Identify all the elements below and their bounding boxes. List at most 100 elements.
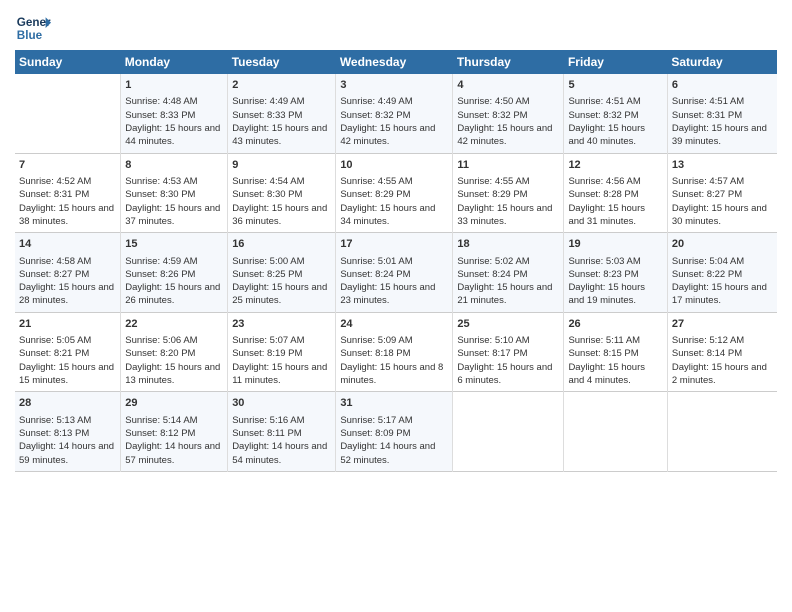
sunrise-text: Sunrise: 5:16 AM — [232, 414, 331, 427]
sunrise-text: Sunrise: 4:51 AM — [568, 95, 662, 108]
calendar-cell: 27Sunrise: 5:12 AMSunset: 8:14 PMDayligh… — [667, 312, 777, 392]
sunset-text: Sunset: 8:31 PM — [19, 188, 116, 201]
sunset-text: Sunset: 8:19 PM — [232, 347, 331, 360]
calendar-cell: 14Sunrise: 4:58 AMSunset: 8:27 PMDayligh… — [15, 233, 121, 313]
sunset-text: Sunset: 8:29 PM — [340, 188, 448, 201]
sunset-text: Sunset: 8:11 PM — [232, 427, 331, 440]
sunset-text: Sunset: 8:25 PM — [232, 268, 331, 281]
daylight-text: Daylight: 15 hours and 34 minutes. — [340, 202, 448, 229]
header: General Blue — [15, 10, 777, 46]
calendar-cell: 31Sunrise: 5:17 AMSunset: 8:09 PMDayligh… — [336, 392, 453, 472]
day-number: 1 — [125, 78, 223, 93]
calendar-cell: 13Sunrise: 4:57 AMSunset: 8:27 PMDayligh… — [667, 153, 777, 233]
calendar-cell: 5Sunrise: 4:51 AMSunset: 8:32 PMDaylight… — [564, 74, 667, 153]
sunrise-text: Sunrise: 4:52 AM — [19, 175, 116, 188]
sunset-text: Sunset: 8:13 PM — [19, 427, 116, 440]
sunrise-text: Sunrise: 4:48 AM — [125, 95, 223, 108]
calendar-cell: 19Sunrise: 5:03 AMSunset: 8:23 PMDayligh… — [564, 233, 667, 313]
daylight-text: Daylight: 15 hours and 28 minutes. — [19, 281, 116, 308]
sunrise-text: Sunrise: 5:10 AM — [457, 334, 559, 347]
sunset-text: Sunset: 8:26 PM — [125, 268, 223, 281]
day-number: 17 — [340, 237, 448, 252]
daylight-text: Daylight: 15 hours and 39 minutes. — [672, 122, 773, 149]
calendar-cell: 20Sunrise: 5:04 AMSunset: 8:22 PMDayligh… — [667, 233, 777, 313]
week-row-3: 14Sunrise: 4:58 AMSunset: 8:27 PMDayligh… — [15, 233, 777, 313]
day-number: 28 — [19, 396, 116, 411]
calendar-cell: 3Sunrise: 4:49 AMSunset: 8:32 PMDaylight… — [336, 74, 453, 153]
column-header-thursday: Thursday — [453, 50, 564, 74]
daylight-text: Daylight: 15 hours and 33 minutes. — [457, 202, 559, 229]
daylight-text: Daylight: 15 hours and 19 minutes. — [568, 281, 662, 308]
calendar-cell: 7 Sunrise: 4:52 AMSunset: 8:31 PMDaylight… — [15, 153, 121, 233]
sunset-text: Sunset: 8:33 PM — [232, 109, 331, 122]
sunrise-text: Sunrise: 5:02 AM — [457, 255, 559, 268]
sunset-text: Sunset: 8:27 PM — [672, 188, 773, 201]
calendar-cell: 10Sunrise: 4:55 AMSunset: 8:29 PMDayligh… — [336, 153, 453, 233]
daylight-text: Daylight: 15 hours and 11 minutes. — [232, 361, 331, 388]
day-number: 24 — [340, 317, 448, 332]
sunrise-text: Sunrise: 4:51 AM — [672, 95, 773, 108]
daylight-text: Daylight: 15 hours and 36 minutes. — [232, 202, 331, 229]
sunrise-text: Sunrise: 5:03 AM — [568, 255, 662, 268]
calendar-cell: 29Sunrise: 5:14 AMSunset: 8:12 PMDayligh… — [121, 392, 228, 472]
sunrise-text: Sunrise: 4:49 AM — [340, 95, 448, 108]
day-number: 4 — [457, 78, 559, 93]
svg-text:Blue: Blue — [17, 29, 43, 42]
day-number: 30 — [232, 396, 331, 411]
day-number: 13 — [672, 158, 773, 173]
daylight-text: Daylight: 15 hours and 4 minutes. — [568, 361, 662, 388]
sunset-text: Sunset: 8:30 PM — [125, 188, 223, 201]
daylight-text: Daylight: 15 hours and 43 minutes. — [232, 122, 331, 149]
day-number: 19 — [568, 237, 662, 252]
daylight-text: Daylight: 15 hours and 15 minutes. — [19, 361, 116, 388]
daylight-text: Daylight: 14 hours and 57 minutes. — [125, 440, 223, 467]
sunrise-text: Sunrise: 4:55 AM — [340, 175, 448, 188]
sunrise-text: Sunrise: 4:59 AM — [125, 255, 223, 268]
calendar-cell: 22Sunrise: 5:06 AMSunset: 8:20 PMDayligh… — [121, 312, 228, 392]
daylight-text: Daylight: 15 hours and 13 minutes. — [125, 361, 223, 388]
sunrise-text: Sunrise: 5:04 AM — [672, 255, 773, 268]
sunrise-text: Sunrise: 5:09 AM — [340, 334, 448, 347]
week-row-5: 28Sunrise: 5:13 AMSunset: 8:13 PMDayligh… — [15, 392, 777, 472]
sunrise-text: Sunrise: 5:01 AM — [340, 255, 448, 268]
calendar-cell: 1Sunrise: 4:48 AMSunset: 8:33 PMDaylight… — [121, 74, 228, 153]
day-number: 7 — [19, 158, 116, 173]
calendar-cell: 2Sunrise: 4:49 AMSunset: 8:33 PMDaylight… — [228, 74, 336, 153]
daylight-text: Daylight: 15 hours and 38 minutes. — [19, 202, 116, 229]
calendar-cell: 18Sunrise: 5:02 AMSunset: 8:24 PMDayligh… — [453, 233, 564, 313]
day-number: 16 — [232, 237, 331, 252]
calendar-cell: 25Sunrise: 5:10 AMSunset: 8:17 PMDayligh… — [453, 312, 564, 392]
daylight-text: Daylight: 15 hours and 17 minutes. — [672, 281, 773, 308]
sunrise-text: Sunrise: 4:49 AM — [232, 95, 331, 108]
sunset-text: Sunset: 8:24 PM — [340, 268, 448, 281]
calendar-cell: 28Sunrise: 5:13 AMSunset: 8:13 PMDayligh… — [15, 392, 121, 472]
sunrise-text: Sunrise: 5:07 AM — [232, 334, 331, 347]
day-number: 20 — [672, 237, 773, 252]
day-number: 22 — [125, 317, 223, 332]
sunrise-text: Sunrise: 5:17 AM — [340, 414, 448, 427]
daylight-text: Daylight: 14 hours and 52 minutes. — [340, 440, 448, 467]
calendar-cell: 30Sunrise: 5:16 AMSunset: 8:11 PMDayligh… — [228, 392, 336, 472]
calendar-cell: 4Sunrise: 4:50 AMSunset: 8:32 PMDaylight… — [453, 74, 564, 153]
sunset-text: Sunset: 8:21 PM — [19, 347, 116, 360]
daylight-text: Daylight: 15 hours and 42 minutes. — [340, 122, 448, 149]
calendar-cell — [667, 392, 777, 472]
calendar-cell — [564, 392, 667, 472]
sunset-text: Sunset: 8:32 PM — [457, 109, 559, 122]
column-header-saturday: Saturday — [667, 50, 777, 74]
sunrise-text: Sunrise: 4:56 AM — [568, 175, 662, 188]
daylight-text: Daylight: 15 hours and 26 minutes. — [125, 281, 223, 308]
calendar-cell — [453, 392, 564, 472]
column-header-sunday: Sunday — [15, 50, 121, 74]
logo-icon: General Blue — [15, 10, 51, 46]
daylight-text: Daylight: 15 hours and 31 minutes. — [568, 202, 662, 229]
day-number: 14 — [19, 237, 116, 252]
daylight-text: Daylight: 15 hours and 23 minutes. — [340, 281, 448, 308]
week-row-2: 7Sunrise: 4:52 AMSunset: 8:31 PMDaylight… — [15, 153, 777, 233]
sunset-text: Sunset: 8:29 PM — [457, 188, 559, 201]
daylight-text: Daylight: 15 hours and 40 minutes. — [568, 122, 662, 149]
day-number: 3 — [340, 78, 448, 93]
calendar-cell: 16Sunrise: 5:00 AMSunset: 8:25 PMDayligh… — [228, 233, 336, 313]
sunset-text: Sunset: 8:15 PM — [568, 347, 662, 360]
sunrise-text: Sunrise: 4:55 AM — [457, 175, 559, 188]
